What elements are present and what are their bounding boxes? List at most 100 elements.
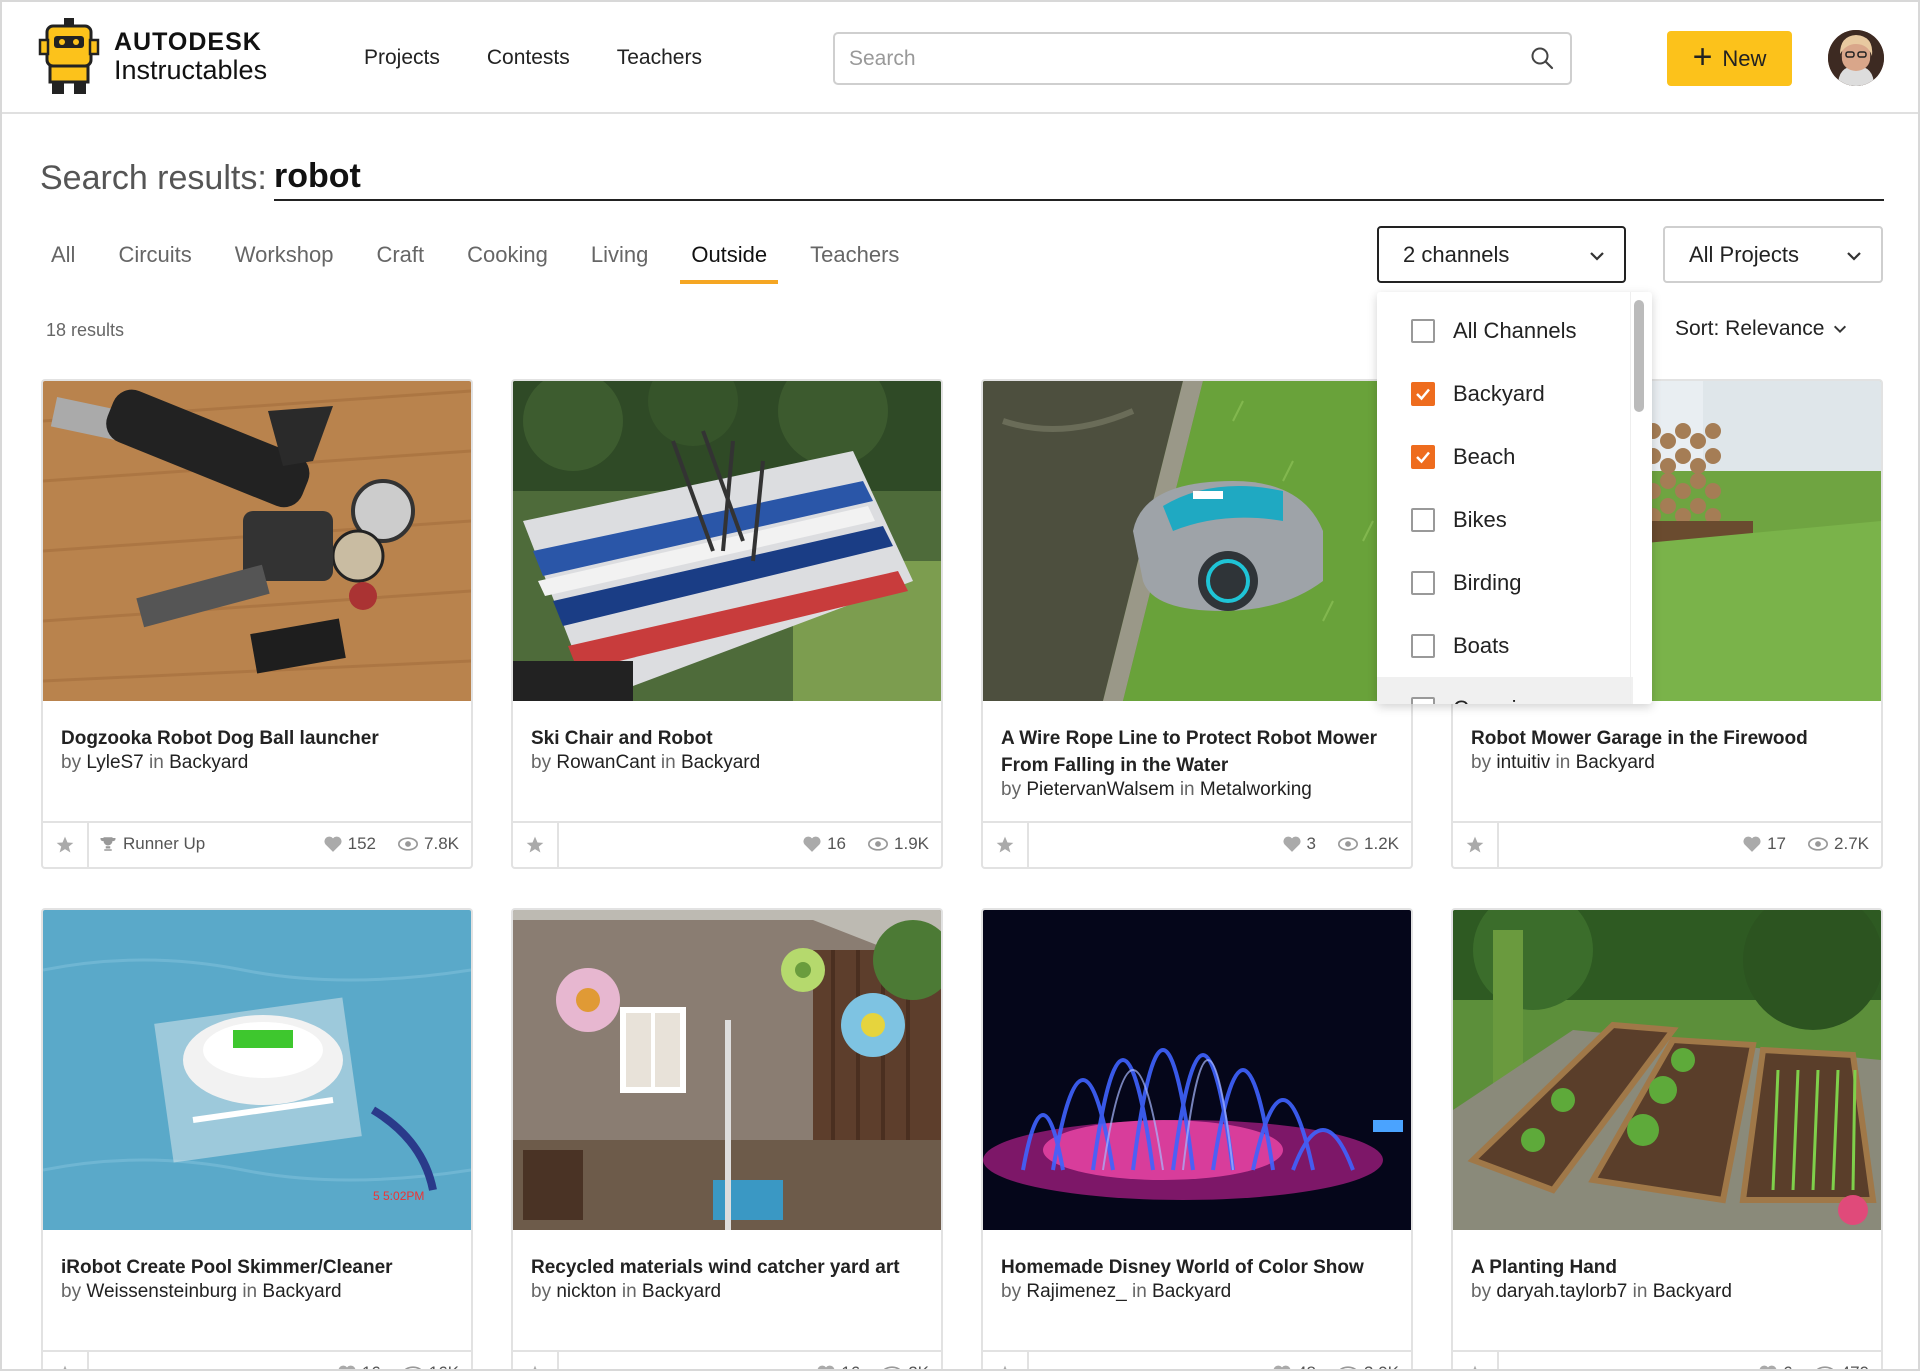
tab-all[interactable]: All xyxy=(40,242,86,282)
project-card[interactable]: Dogzooka Robot Dog Ball launcher by Lyle… xyxy=(41,379,473,869)
project-thumbnail[interactable] xyxy=(983,910,1411,1230)
heart-icon xyxy=(1273,1365,1291,1369)
checkbox-icon[interactable] xyxy=(1411,507,1435,532)
project-card[interactable]: 5 5:02PM iRobot Create Pool Skimmer/Clea… xyxy=(41,908,473,1369)
tab-circuits[interactable]: Circuits xyxy=(107,242,202,282)
project-title[interactable]: Homemade Disney World of Color Show xyxy=(1001,1254,1401,1281)
sort-label: Sort: Relevance xyxy=(1675,317,1825,340)
tab-living[interactable]: Living xyxy=(580,242,659,282)
card-footer: 3 1.2K xyxy=(983,821,1411,867)
project-author[interactable]: intuitiv xyxy=(1496,752,1550,773)
project-title[interactable]: A Planting Hand xyxy=(1471,1254,1871,1281)
project-channel[interactable]: Backyard xyxy=(642,1281,721,1302)
chevron-down-icon xyxy=(1590,252,1604,261)
favorite-star-icon[interactable] xyxy=(983,823,1029,867)
channel-option[interactable]: Boats xyxy=(1377,614,1633,677)
project-thumbnail[interactable] xyxy=(983,381,1411,701)
favorite-star-icon[interactable] xyxy=(1453,1352,1499,1369)
likes-count: 48 xyxy=(1297,1363,1316,1369)
award-badge: Runner Up xyxy=(99,834,205,854)
checkbox-checked-icon[interactable] xyxy=(1411,444,1435,469)
project-author[interactable]: Rajimenez_ xyxy=(1026,1281,1126,1302)
channel-option-label: Bikes xyxy=(1453,506,1507,532)
favorite-star-icon[interactable] xyxy=(43,1352,89,1369)
checkbox-icon[interactable] xyxy=(1411,318,1435,343)
avatar[interactable] xyxy=(1828,30,1884,86)
project-title[interactable]: A Wire Rope Line to Protect Robot Mower … xyxy=(1001,725,1401,779)
project-thumbnail[interactable] xyxy=(513,381,941,701)
channel-option[interactable]: Beach xyxy=(1377,425,1633,488)
top-header: AUTODESK Instructables Projects Contests… xyxy=(2,2,1918,114)
favorite-star-icon[interactable] xyxy=(513,1352,559,1369)
project-title[interactable]: iRobot Create Pool Skimmer/Cleaner xyxy=(61,1254,461,1281)
tab-workshop[interactable]: Workshop xyxy=(224,242,345,282)
channels-select[interactable]: 2 channels xyxy=(1377,226,1626,283)
project-channel[interactable]: Backyard xyxy=(1653,1281,1732,1302)
favorite-star-icon[interactable] xyxy=(983,1352,1029,1369)
channel-option[interactable]: Birding xyxy=(1377,551,1633,614)
project-title[interactable]: Recycled materials wind catcher yard art xyxy=(531,1254,931,1281)
tab-cooking[interactable]: Cooking xyxy=(456,242,559,282)
checkbox-icon[interactable] xyxy=(1411,696,1435,704)
project-title[interactable]: Dogzooka Robot Dog Ball launcher xyxy=(61,725,461,752)
heart-icon xyxy=(803,836,821,852)
project-card[interactable]: A Planting Hand by daryah.taylorb7 in Ba… xyxy=(1451,908,1883,1369)
dropdown-scrollbar-thumb[interactable] xyxy=(1634,300,1644,412)
project-channel[interactable]: Metalworking xyxy=(1200,779,1312,800)
nav-contests[interactable]: Contests xyxy=(487,46,570,70)
checkbox-checked-icon[interactable] xyxy=(1411,381,1435,406)
projects-select[interactable]: All Projects xyxy=(1663,226,1883,283)
project-stats: 48 3.9K xyxy=(1273,1363,1399,1369)
project-channel[interactable]: Backyard xyxy=(169,752,248,773)
plus-icon: + xyxy=(1692,38,1713,76)
in-word: in xyxy=(242,1281,258,1302)
project-author[interactable]: nickton xyxy=(556,1281,616,1302)
favorite-star-icon[interactable] xyxy=(513,823,559,867)
project-stats: 16 16K xyxy=(338,1363,459,1369)
project-channel[interactable]: Backyard xyxy=(1152,1281,1231,1302)
project-thumbnail[interactable]: 5 5:02PM xyxy=(43,910,471,1230)
search-input[interactable] xyxy=(849,34,1489,83)
project-card[interactable]: Ski Chair and Robot by RowanCant in Back… xyxy=(511,379,943,869)
nav-teachers[interactable]: Teachers xyxy=(617,46,702,70)
project-card[interactable]: Homemade Disney World of Color Show by R… xyxy=(981,908,1413,1369)
instructables-logo[interactable]: AUTODESK Instructables xyxy=(38,16,267,98)
tab-teachers[interactable]: Teachers xyxy=(799,242,910,282)
favorite-star-icon[interactable] xyxy=(1453,823,1499,867)
heart-icon xyxy=(338,1365,356,1369)
channel-option[interactable]: Backyard xyxy=(1377,362,1633,425)
project-card[interactable]: A Wire Rope Line to Protect Robot Mower … xyxy=(981,379,1413,869)
channel-option[interactable]: Camping xyxy=(1377,677,1633,704)
channels-dropdown: All Channels Backyard Beach Bikes Birdin… xyxy=(1377,292,1652,704)
sort-select[interactable]: Sort: Relevance xyxy=(1675,317,1848,341)
project-title[interactable]: Ski Chair and Robot xyxy=(531,725,931,752)
by-word: by xyxy=(1001,779,1022,800)
project-author[interactable]: LyleS7 xyxy=(86,752,143,773)
favorite-star-icon[interactable] xyxy=(43,823,89,867)
nav-projects[interactable]: Projects xyxy=(364,46,440,70)
project-author[interactable]: RowanCant xyxy=(556,752,655,773)
project-channel[interactable]: Backyard xyxy=(1576,752,1655,773)
project-card[interactable]: Recycled materials wind catcher yard art… xyxy=(511,908,943,1369)
project-author[interactable]: daryah.taylorb7 xyxy=(1496,1281,1627,1302)
tab-outside[interactable]: Outside xyxy=(680,242,778,284)
project-title[interactable]: Robot Mower Garage in the Firewood xyxy=(1471,725,1871,752)
project-channel[interactable]: Backyard xyxy=(681,752,760,773)
channel-option[interactable]: All Channels xyxy=(1377,299,1633,362)
logo-autodesk-text: AUTODESK xyxy=(114,28,262,56)
project-thumbnail[interactable] xyxy=(1453,910,1881,1230)
channel-option[interactable]: Bikes xyxy=(1377,488,1633,551)
search-query[interactable]: robot xyxy=(274,157,1884,201)
new-button[interactable]: + New xyxy=(1667,31,1792,86)
project-thumbnail[interactable] xyxy=(513,910,941,1230)
search-icon[interactable] xyxy=(1530,46,1554,70)
checkbox-icon[interactable] xyxy=(1411,570,1435,595)
checkbox-icon[interactable] xyxy=(1411,633,1435,658)
project-thumbnail[interactable] xyxy=(43,381,471,701)
project-channel[interactable]: Backyard xyxy=(262,1281,341,1302)
project-author[interactable]: PietervanWalsem xyxy=(1026,779,1174,800)
tab-craft[interactable]: Craft xyxy=(365,242,435,282)
chevron-down-icon xyxy=(1834,325,1847,334)
project-author[interactable]: Weissensteinburg xyxy=(86,1281,237,1302)
chevron-down-icon xyxy=(1847,252,1861,261)
